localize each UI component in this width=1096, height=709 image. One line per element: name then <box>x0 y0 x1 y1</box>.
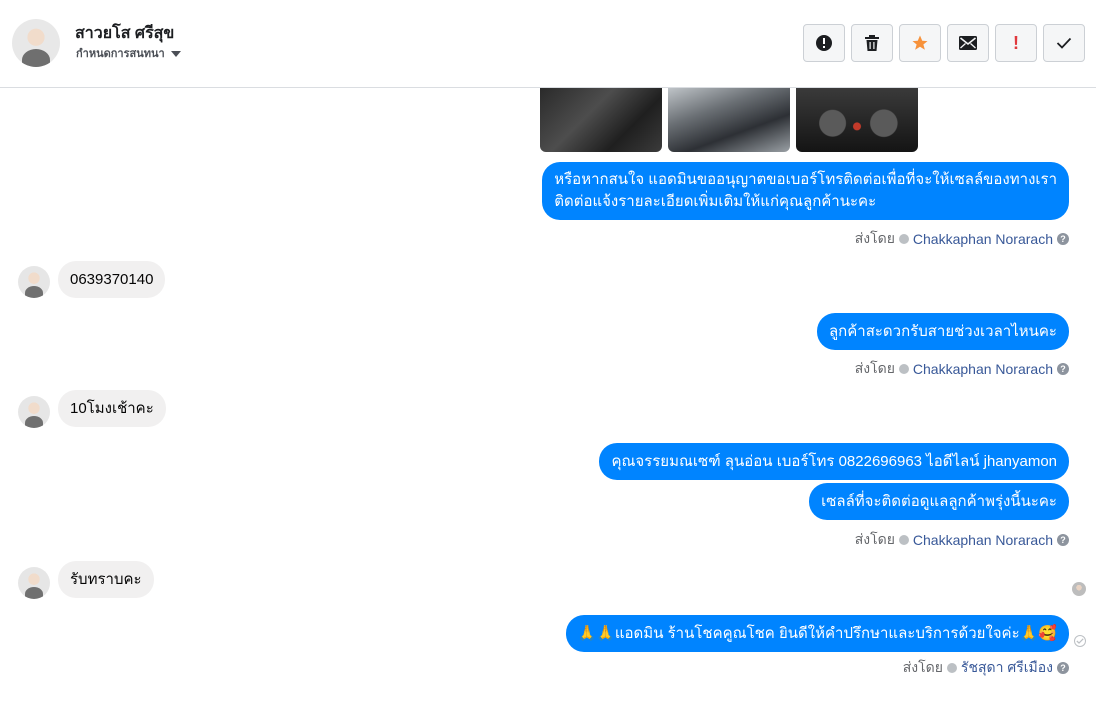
outgoing-message[interactable]: ลูกค้าสะดวกรับสายช่วงเวลาไหนคะ <box>816 313 1069 350</box>
car-interior-photo[interactable] <box>540 88 662 152</box>
sent-by-prefix: ส่งโดย <box>854 230 895 246</box>
outgoing-message[interactable]: เซลล์ที่จะติดต่อดูแลลูกค้าพรุ่งนี้นะคะ <box>809 483 1069 520</box>
delete-button[interactable] <box>851 24 893 62</box>
contact-avatar-small[interactable] <box>18 266 50 298</box>
outgoing-message[interactable]: คุณจรรยมณเซฑ์ ลุนอ่อน เบอร์โทร 082269696… <box>599 443 1069 480</box>
agent-name[interactable]: Chakkaphan Norarach <box>913 231 1053 247</box>
report-spam-button[interactable] <box>803 24 845 62</box>
message-line: ติดต่อแจ้งรายละเอียดเพิ่มเติมให้แก่คุณลู… <box>554 193 877 210</box>
sent-by-prefix: ส่งโดย <box>854 531 895 547</box>
sent-by-prefix: ส่งโดย <box>902 659 943 675</box>
envelope-icon <box>959 36 977 50</box>
trash-icon <box>865 35 879 51</box>
message-line: หรือหากสนใจ แอดมินขออนุญาตขอเบอร์โทรติดต… <box>554 171 1057 188</box>
incoming-message[interactable]: 10โมงเช้าคะ <box>58 390 166 427</box>
contact-name[interactable]: สาวยโส ศรีสุข <box>75 21 174 46</box>
seen-by-avatar <box>1072 582 1086 596</box>
outgoing-message[interactable]: หรือหากสนใจ แอดมินขออนุญาตขอเบอร์โทรติดต… <box>542 162 1069 220</box>
verified-badge-icon <box>946 663 957 673</box>
exclamation-icon: ! <box>1013 33 1019 53</box>
contact-avatar-small[interactable] <box>18 567 50 599</box>
agent-name[interactable]: Chakkaphan Norarach <box>913 532 1053 548</box>
sent-by-info: ส่งโดย Chakkaphan Norarach ? <box>855 228 1069 250</box>
contact-avatar-small[interactable] <box>18 396 50 428</box>
mark-unread-button[interactable] <box>947 24 989 62</box>
verified-badge-icon <box>898 234 909 244</box>
help-icon[interactable]: ? <box>1057 233 1069 245</box>
sent-by-info: ส่งโดย รัชสุดา ศรีเมือง ? <box>903 657 1069 679</box>
important-button[interactable]: ! <box>995 24 1037 62</box>
contact-avatar[interactable] <box>12 19 60 67</box>
star-icon <box>912 35 928 50</box>
car-cabin-photo[interactable] <box>668 88 790 152</box>
star-button[interactable] <box>899 24 941 62</box>
help-icon[interactable]: ? <box>1057 534 1069 546</box>
action-toolbar: ! <box>803 24 1085 62</box>
conversation-status-dropdown[interactable]: กำหนดการสนทนา <box>76 44 181 62</box>
checkmark-icon <box>1056 37 1072 49</box>
chevron-down-icon <box>170 50 181 57</box>
help-icon[interactable]: ? <box>1057 363 1069 375</box>
dashboard-gauge-photo[interactable] <box>796 88 918 152</box>
sent-by-info: ส่งโดย Chakkaphan Norarach ? <box>855 358 1069 380</box>
sent-by-prefix: ส่งโดย <box>854 360 895 376</box>
help-icon[interactable]: ? <box>1057 662 1069 674</box>
verified-badge-icon <box>898 364 909 374</box>
agent-name[interactable]: Chakkaphan Norarach <box>913 361 1053 377</box>
sent-by-info: ส่งโดย Chakkaphan Norarach ? <box>855 529 1069 551</box>
conversation-header: สาวยโส ศรีสุข กำหนดการสนทนา ! <box>0 0 1096 88</box>
outgoing-message[interactable]: 🙏🙏แอดมิน ร้านโชคคูณโชค ยินดีให้คำปรึกษาแ… <box>565 615 1069 652</box>
incoming-message[interactable]: รับทราบคะ <box>58 561 154 598</box>
conversation-status-label: กำหนดการสนทนา <box>76 48 165 60</box>
incoming-message[interactable]: 0639370140 <box>58 261 166 298</box>
delivered-check-icon <box>1074 635 1086 647</box>
verified-badge-icon <box>898 535 909 545</box>
mark-done-button[interactable] <box>1043 24 1085 62</box>
agent-name[interactable]: รัชสุดา ศรีเมือง <box>961 657 1053 679</box>
alert-circle-icon <box>816 35 832 51</box>
